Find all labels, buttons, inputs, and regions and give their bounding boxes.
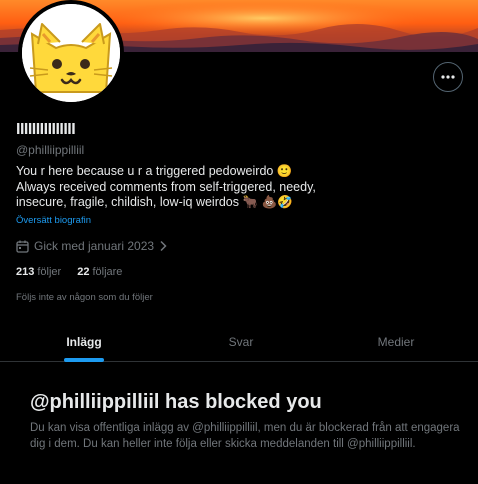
bio-line: Always received comments from self-trigg… bbox=[16, 179, 316, 194]
bio-line: You r here because u r a triggered pedow… bbox=[16, 164, 293, 178]
avatar[interactable] bbox=[18, 0, 124, 106]
tab-replies[interactable]: Svar bbox=[168, 322, 314, 361]
blocked-title: @philliippilliil has blocked you bbox=[30, 391, 322, 413]
translate-bio-link[interactable]: Översätt biografin bbox=[16, 215, 91, 226]
followers-link[interactable]: 22 följare bbox=[77, 266, 122, 278]
following-count: 213 bbox=[16, 266, 35, 278]
blocked-description: Du kan visa offentliga inlägg av @philli… bbox=[30, 422, 460, 450]
profile-handle: @philliippilliil bbox=[16, 143, 85, 157]
followers-label: följare bbox=[92, 266, 123, 278]
profile-bio: You r here because u r a triggered pedow… bbox=[16, 164, 326, 211]
tab-posts[interactable]: Inlägg bbox=[0, 322, 168, 361]
cat-face-icon bbox=[22, 4, 120, 102]
chevron-right-icon bbox=[160, 240, 167, 252]
followed-by-text: Följs inte av någon som du följer bbox=[16, 292, 153, 303]
followers-count: 22 bbox=[77, 266, 90, 278]
profile-tabs: Inlägg Svar Medier bbox=[0, 322, 478, 362]
more-options-button[interactable] bbox=[433, 62, 463, 92]
bio-line: insecure, fragile, childish, low-iq weir… bbox=[16, 195, 293, 209]
ellipsis-icon bbox=[441, 75, 455, 79]
tab-label: Inlägg bbox=[66, 334, 102, 349]
tab-label: Svar bbox=[228, 334, 254, 349]
active-tab-indicator bbox=[64, 358, 104, 362]
joined-label: Gick med januari 2023 bbox=[34, 239, 155, 253]
following-label: följer bbox=[37, 266, 62, 278]
tab-label: Medier bbox=[377, 334, 415, 349]
display-name: IIIIIIIIIIIIIII bbox=[16, 121, 76, 138]
follow-counts: 213 följer 22 följare bbox=[16, 266, 122, 278]
joined-date[interactable]: Gick med januari 2023 bbox=[16, 239, 167, 253]
following-link[interactable]: 213 följer bbox=[16, 266, 61, 278]
tab-media[interactable]: Medier bbox=[314, 322, 478, 361]
calendar-icon bbox=[16, 240, 29, 253]
